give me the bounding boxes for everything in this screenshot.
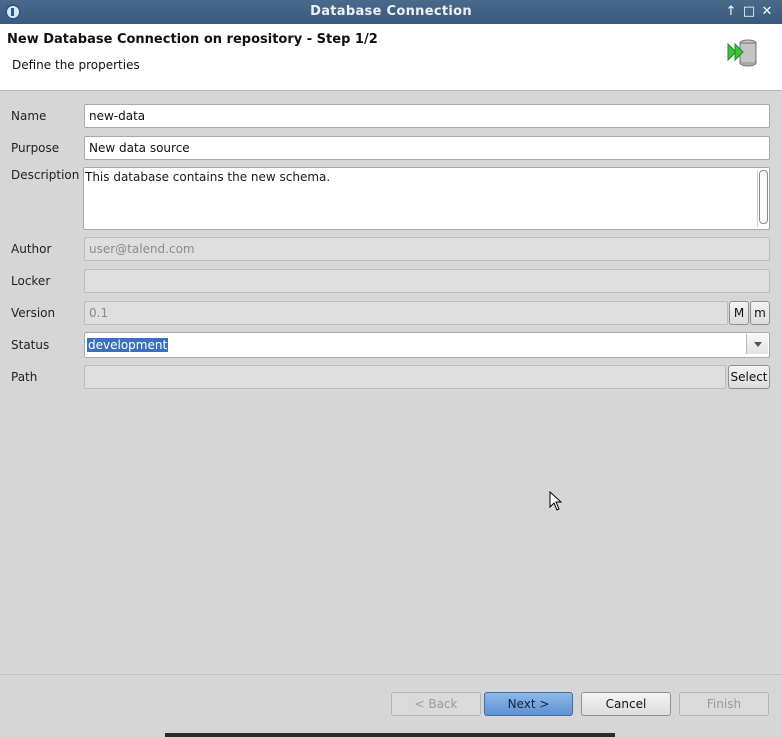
window-title: Database Connection [310, 4, 472, 19]
finish-button[interactable]: Finish [679, 692, 769, 716]
locker-label: Locker [11, 274, 51, 288]
locker-input [84, 269, 770, 293]
dialog-window: Database Connection ↑ □ ✕ New Database C… [0, 0, 782, 737]
version-input: 0.1 [84, 301, 728, 325]
database-import-icon [727, 39, 757, 67]
description-textarea[interactable]: This database contains the new schema. [83, 167, 770, 230]
author-label: Author [11, 242, 52, 256]
purpose-label: Purpose [11, 141, 60, 155]
description-scrollbar[interactable] [759, 170, 768, 224]
close-icon[interactable]: ✕ [759, 3, 775, 21]
description-label: Description [11, 168, 80, 182]
purpose-input[interactable]: New data source [84, 136, 770, 160]
major-version-button[interactable]: M [729, 301, 749, 325]
keep-above-icon[interactable]: ↑ [723, 3, 739, 21]
name-input[interactable]: new-data [84, 104, 770, 128]
wizard-header: New Database Connection on repository - … [0, 24, 782, 91]
taskbar-strip [165, 733, 615, 737]
cancel-button[interactable]: Cancel [581, 692, 671, 716]
path-select-button[interactable]: Select [728, 365, 770, 389]
version-label: Version [11, 306, 56, 320]
mouse-cursor-icon [549, 491, 563, 511]
status-combo[interactable]: development [84, 332, 770, 358]
name-label: Name [11, 109, 47, 123]
next-button[interactable]: Next > [484, 692, 573, 716]
status-label: Status [11, 338, 50, 352]
status-selected-value: development [87, 338, 169, 352]
wizard-title: New Database Connection on repository - … [7, 32, 378, 47]
minor-version-button[interactable]: m [750, 301, 770, 325]
wizard-subtitle: Define the properties [12, 58, 140, 72]
footer-divider [0, 674, 782, 675]
path-input [84, 365, 726, 389]
author-input: user@talend.com [84, 237, 770, 261]
title-bar[interactable]: Database Connection ↑ □ ✕ [0, 0, 782, 24]
path-label: Path [11, 370, 38, 384]
description-text: This database contains the new schema. [85, 170, 331, 184]
maximize-icon[interactable]: □ [741, 3, 757, 21]
chevron-down-icon[interactable] [746, 334, 768, 354]
back-button[interactable]: < Back [391, 692, 481, 716]
